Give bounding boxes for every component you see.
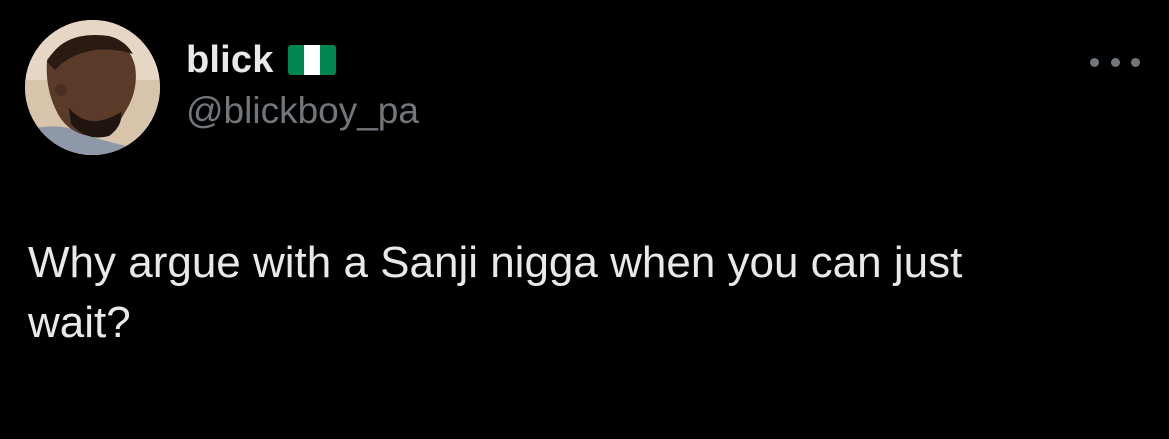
more-dot xyxy=(1110,57,1120,67)
profile-photo-avatar xyxy=(25,20,160,155)
avatar[interactable] xyxy=(25,20,160,155)
user-handle[interactable]: @blickboy_pa xyxy=(186,90,419,132)
more-dot xyxy=(1090,57,1099,67)
author-info: blick @blickboy_pa xyxy=(186,36,419,132)
display-name[interactable]: blick xyxy=(186,39,274,82)
tweet-text: Why argue with a Sanji nigga when you ca… xyxy=(28,238,963,347)
tweet-card: blick @blickboy_pa Why argue with a Sanj… xyxy=(0,0,1169,439)
name-row: blick xyxy=(186,36,419,84)
nigeria-flag-icon xyxy=(287,45,336,75)
more-dot xyxy=(1131,57,1140,67)
more-options-icon[interactable] xyxy=(1090,50,1140,74)
